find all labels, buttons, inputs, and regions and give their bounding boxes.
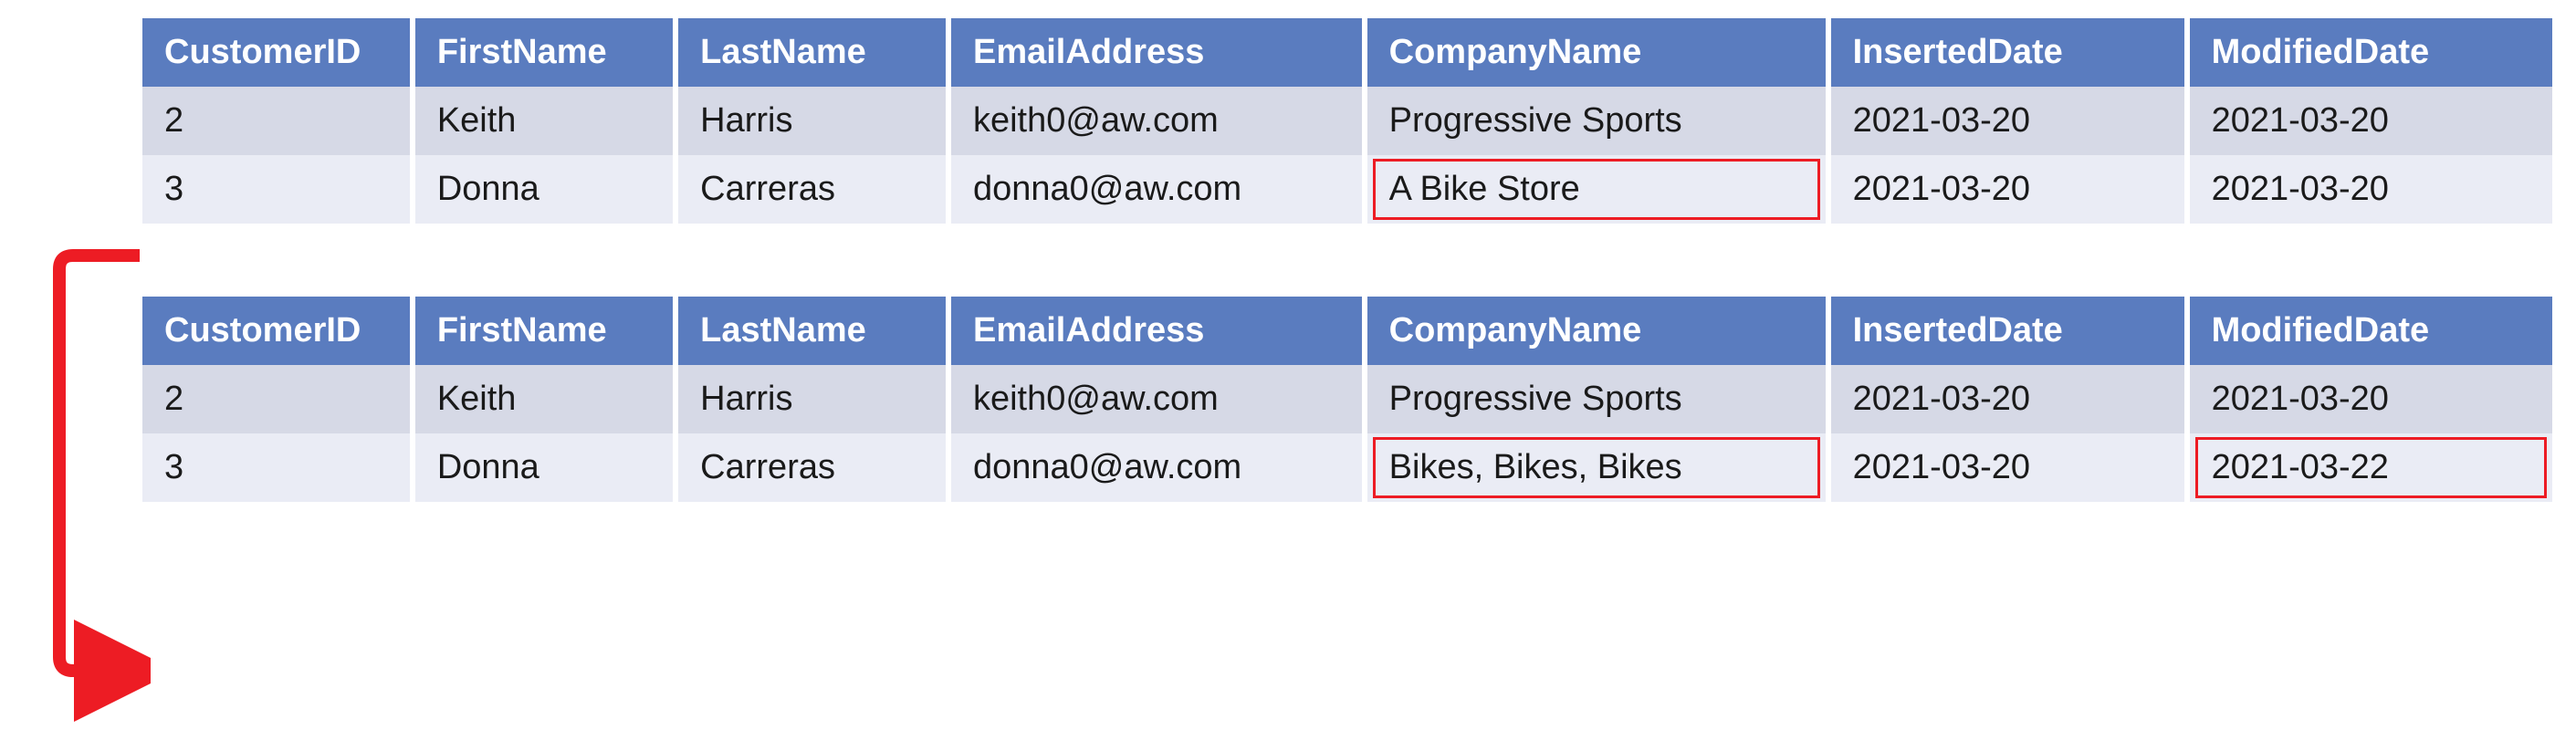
page: CustomerID FirstName LastName EmailAddre… [9, 18, 2558, 502]
cell-customerid: 2 [142, 87, 410, 155]
cell-text: 2021-03-22 [2212, 448, 2389, 486]
cell-text: Bikes, Bikes, Bikes [1389, 448, 1682, 486]
gap [137, 224, 2558, 297]
col-header-inserteddate: InsertedDate [1831, 297, 2184, 365]
cell-inserteddate: 2021-03-20 [1831, 155, 2184, 224]
table-row: 3 Donna Carreras donna0@aw.com A Bike St… [142, 155, 2552, 224]
col-header-inserteddate: InsertedDate [1831, 18, 2184, 87]
cell-companyname: Bikes, Bikes, Bikes [1367, 433, 1826, 502]
cell-firstname: Donna [415, 155, 673, 224]
cell-firstname: Donna [415, 433, 673, 502]
cell-firstname: Keith [415, 365, 673, 433]
col-header-companyname: CompanyName [1367, 297, 1826, 365]
table-row: 2 Keith Harris keith0@aw.com Progressive… [142, 87, 2552, 155]
change-arrow-icon [23, 18, 151, 730]
cell-modifieddate: 2021-03-20 [2190, 155, 2552, 224]
col-header-customerid: CustomerID [142, 18, 410, 87]
cell-inserteddate: 2021-03-20 [1831, 433, 2184, 502]
col-header-modifieddate: ModifiedDate [2190, 297, 2552, 365]
col-header-firstname: FirstName [415, 297, 673, 365]
col-header-modifieddate: ModifiedDate [2190, 18, 2552, 87]
cell-emailaddress: keith0@aw.com [951, 87, 1362, 155]
col-header-lastname: LastName [678, 18, 946, 87]
cell-lastname: Harris [678, 87, 946, 155]
cell-companyname: Progressive Sports [1367, 365, 1826, 433]
table-header-row: CustomerID FirstName LastName EmailAddre… [142, 18, 2552, 87]
cell-firstname: Keith [415, 87, 673, 155]
cell-customerid: 3 [142, 155, 410, 224]
col-header-customerid: CustomerID [142, 297, 410, 365]
col-header-emailaddress: EmailAddress [951, 297, 1362, 365]
cell-modifieddate: 2021-03-20 [2190, 87, 2552, 155]
tables-container: CustomerID FirstName LastName EmailAddre… [137, 18, 2558, 502]
cell-customerid: 2 [142, 365, 410, 433]
cell-companyname: Progressive Sports [1367, 87, 1826, 155]
table-header-row: CustomerID FirstName LastName EmailAddre… [142, 297, 2552, 365]
cell-text: A Bike Store [1389, 170, 1580, 208]
col-header-companyname: CompanyName [1367, 18, 1826, 87]
cell-modifieddate: 2021-03-20 [2190, 365, 2552, 433]
cell-emailaddress: donna0@aw.com [951, 433, 1362, 502]
col-header-lastname: LastName [678, 297, 946, 365]
cell-emailaddress: keith0@aw.com [951, 365, 1362, 433]
cell-inserteddate: 2021-03-20 [1831, 365, 2184, 433]
col-header-emailaddress: EmailAddress [951, 18, 1362, 87]
table-after: CustomerID FirstName LastName EmailAddre… [137, 297, 2558, 502]
cell-customerid: 3 [142, 433, 410, 502]
cell-lastname: Carreras [678, 433, 946, 502]
cell-inserteddate: 2021-03-20 [1831, 87, 2184, 155]
col-header-firstname: FirstName [415, 18, 673, 87]
cell-lastname: Harris [678, 365, 946, 433]
cell-companyname: A Bike Store [1367, 155, 1826, 224]
cell-lastname: Carreras [678, 155, 946, 224]
table-row: 3 Donna Carreras donna0@aw.com Bikes, Bi… [142, 433, 2552, 502]
cell-modifieddate: 2021-03-22 [2190, 433, 2552, 502]
table-before: CustomerID FirstName LastName EmailAddre… [137, 18, 2558, 224]
table-row: 2 Keith Harris keith0@aw.com Progressive… [142, 365, 2552, 433]
cell-emailaddress: donna0@aw.com [951, 155, 1362, 224]
